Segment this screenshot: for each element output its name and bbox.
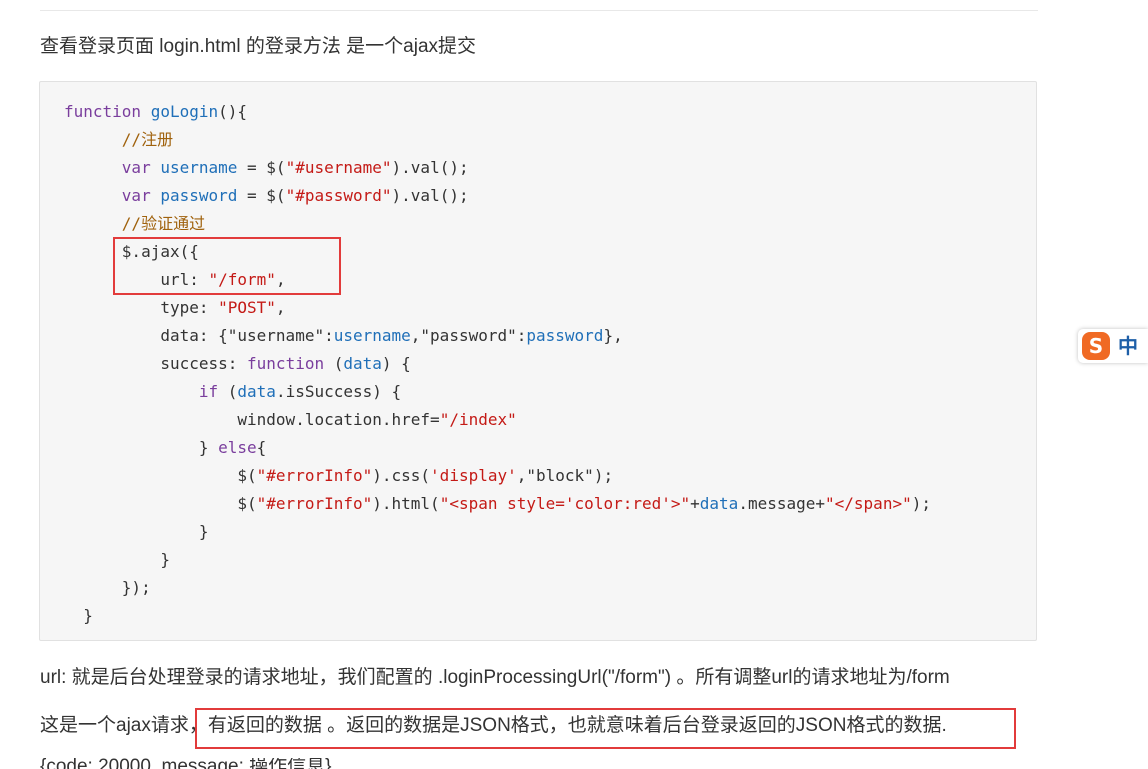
next-line-partial: {code: 20000, message: 操作信息} <box>40 758 332 769</box>
code-line: } else{ <box>64 434 931 462</box>
code-line: }); <box>64 574 931 602</box>
code-token: 'display' <box>430 466 517 485</box>
code-token: window.location.href= <box>64 410 440 429</box>
code-line: var password = $("#password").val(); <box>64 182 931 210</box>
code-token: //注册 <box>121 130 174 149</box>
ime-mode-label: 中 <box>1118 334 1138 358</box>
code-token: //验证通过 <box>121 214 206 233</box>
code-token: function <box>247 354 334 373</box>
code-token: } <box>64 606 93 625</box>
top-divider <box>40 10 1038 11</box>
code-token: , <box>275 270 286 289</box>
code-line: data: {"username":username,"password":pa… <box>64 322 931 350</box>
code-token: var <box>121 158 161 177</box>
code-token: ).css( <box>372 466 431 485</box>
code-token: ( <box>333 354 344 373</box>
sogou-logo-icon: S <box>1082 332 1110 360</box>
code-token: } <box>64 550 170 569</box>
code-token: = $( <box>237 186 286 205</box>
code-token: password <box>160 186 238 205</box>
code-token: "</span>" <box>825 494 912 513</box>
code-token: success: <box>64 354 248 373</box>
code-token: $.ajax({ <box>64 242 199 261</box>
code-token: if <box>198 382 228 401</box>
intro-paragraph: 查看登录页面 login.html 的登录方法 是一个ajax提交 <box>40 36 477 57</box>
code-token: "#errorInfo" <box>256 466 373 485</box>
code-line: url: "/form", <box>64 266 931 294</box>
code-token: ).val(); <box>391 186 469 205</box>
ajax-note-paragraph: 这是一个ajax请求，有返回的数据 。返回的数据是JSON格式，也就意味着后台登… <box>40 715 947 736</box>
code-line: $("#errorInfo").html("<span style='color… <box>64 490 931 518</box>
code-token: password <box>526 326 604 345</box>
code-line: success: function (data) { <box>64 350 931 378</box>
code-token: } <box>64 438 219 457</box>
code-token: $( <box>64 494 257 513</box>
code-token: ,"password": <box>410 326 527 345</box>
ime-indicator[interactable]: S 中 <box>1078 329 1148 363</box>
code-line: } <box>64 546 931 574</box>
code-token: var <box>121 186 161 205</box>
code-token: , <box>275 298 286 317</box>
code-token: = $( <box>237 158 286 177</box>
code-token: }, <box>603 326 623 345</box>
code-token: "#username" <box>285 158 392 177</box>
code-token: ) { <box>381 354 411 373</box>
code-line: $.ajax({ <box>64 238 931 266</box>
code-token: data <box>343 354 382 373</box>
code-token: goLogin <box>150 102 219 121</box>
code-line: var username = $("#username").val(); <box>64 154 931 182</box>
code-token: "POST" <box>218 298 276 317</box>
code-token: "<span style='color:red'>" <box>439 494 691 513</box>
code-token: + <box>690 494 700 513</box>
code-token: data <box>237 382 276 401</box>
code-token: (){ <box>218 102 248 121</box>
code-line: function goLogin(){ <box>64 98 931 126</box>
code-token: "/form" <box>208 270 276 289</box>
code-token: function <box>64 102 151 121</box>
code-token: .isSuccess) { <box>275 382 402 401</box>
code-token: } <box>64 522 209 541</box>
code-token: "/index" <box>439 410 517 429</box>
code-token: data: {"username": <box>64 326 334 345</box>
code-token: username <box>160 158 238 177</box>
code-line: if (data.isSuccess) { <box>64 378 931 406</box>
code-token: username <box>333 326 411 345</box>
code-line: //验证通过 <box>64 210 931 238</box>
code-line: $("#errorInfo").css('display',"block"); <box>64 462 931 490</box>
code-token: $( <box>64 466 257 485</box>
code-token: data <box>699 494 739 513</box>
code-token: ,"block"); <box>516 466 614 485</box>
code-token: else <box>218 438 257 457</box>
code-token: "#password" <box>285 186 392 205</box>
code-token: }); <box>64 578 151 597</box>
code-token: "#errorInfo" <box>256 494 373 513</box>
code-token: .message+ <box>738 494 826 513</box>
code-line: } <box>64 518 931 546</box>
url-note-paragraph: url: 就是后台处理登录的请求地址，我们配置的 .loginProcessin… <box>40 667 950 688</box>
code-lines: function goLogin(){ //注册 var username = … <box>64 98 931 630</box>
code-line: //注册 <box>64 126 931 154</box>
code-line: type: "POST", <box>64 294 931 322</box>
next-line-text: {code: 20000, message: 操作信息} <box>40 758 332 769</box>
code-token: ); <box>911 494 931 513</box>
code-token: type: <box>64 298 219 317</box>
code-line: window.location.href="/index" <box>64 406 931 434</box>
code-token: ).html( <box>372 494 440 513</box>
code-line: } <box>64 602 931 630</box>
code-token: ( <box>227 382 238 401</box>
code-block[interactable]: function goLogin(){ //注册 var username = … <box>39 81 1037 641</box>
code-token: url: <box>64 270 209 289</box>
code-token: { <box>256 438 267 457</box>
code-token: ).val(); <box>391 158 469 177</box>
